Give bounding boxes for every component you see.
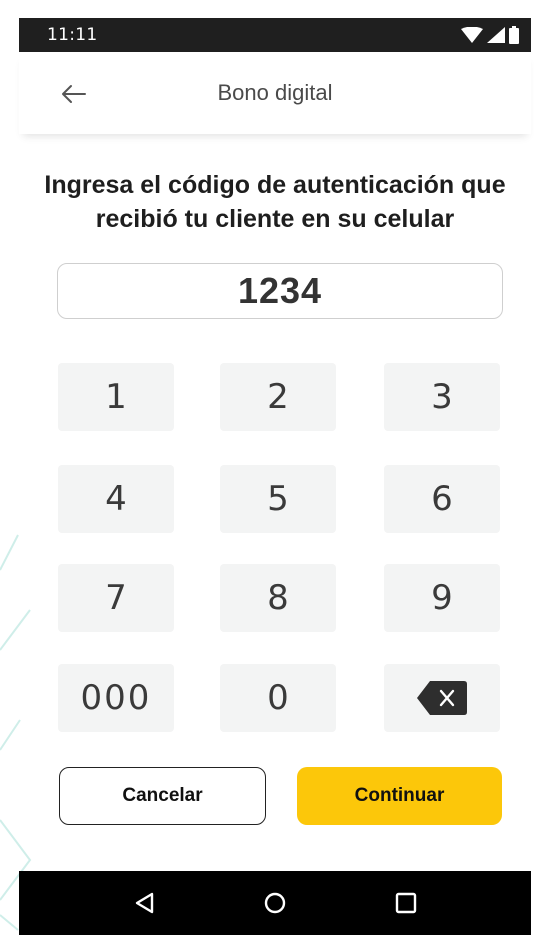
key-8[interactable]: 8 [220, 564, 336, 632]
key-9[interactable]: 9 [384, 564, 500, 632]
continue-button[interactable]: Continuar [297, 767, 502, 825]
key-6[interactable]: 6 [384, 465, 500, 533]
key-0[interactable]: 0 [220, 664, 336, 732]
code-input[interactable]: 1234 [57, 263, 503, 319]
navigation-bar [19, 871, 531, 935]
battery-icon [509, 26, 519, 44]
nav-home-icon [264, 892, 286, 914]
nav-back-button[interactable] [124, 883, 164, 923]
wifi-icon [461, 27, 483, 43]
status-time: 11:11 [47, 25, 98, 45]
key-1[interactable]: 1 [58, 363, 174, 431]
key-5[interactable]: 5 [220, 465, 336, 533]
nav-home-button[interactable] [255, 883, 295, 923]
back-arrow-icon[interactable] [59, 79, 89, 109]
instruction-text: Ingresa el código de autenticación que r… [44, 171, 506, 233]
status-icons [461, 26, 519, 44]
nav-recents-button[interactable] [386, 883, 426, 923]
key-3[interactable]: 3 [384, 363, 500, 431]
page-title: Bono digital [217, 80, 333, 105]
nav-back-icon [136, 892, 154, 914]
nav-recents-icon [395, 892, 416, 914]
signal-icon [487, 27, 505, 43]
key-2[interactable]: 2 [220, 363, 336, 431]
key-7[interactable]: 7 [58, 564, 174, 632]
key-000[interactable]: 000 [58, 664, 174, 732]
backspace-key[interactable] [384, 664, 500, 732]
app-bar: Bono digital [19, 52, 531, 134]
status-bar: 11:11 [19, 18, 531, 52]
key-4[interactable]: 4 [58, 465, 174, 533]
cancel-button[interactable]: Cancelar [59, 767, 266, 825]
backspace-icon [417, 681, 467, 715]
